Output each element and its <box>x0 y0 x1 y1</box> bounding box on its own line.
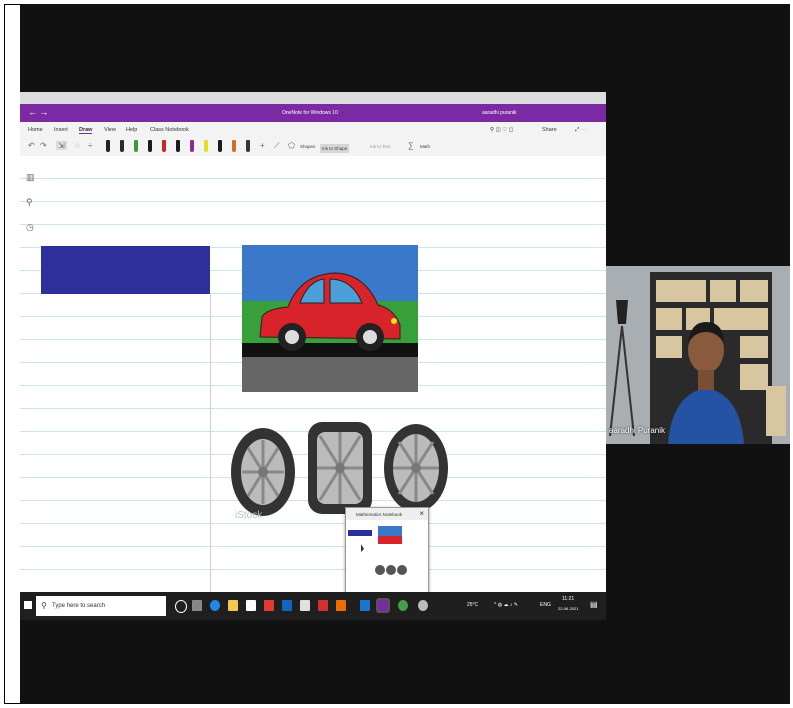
select-icon[interactable]: ⇲ <box>56 141 67 150</box>
app-red2-icon[interactable] <box>318 600 328 611</box>
tab-home[interactable]: Home <box>28 127 43 133</box>
notification-icon[interactable]: ▤ <box>590 600 598 609</box>
popup-thumbnail <box>348 526 407 575</box>
shapes-icon[interactable]: ⬠ <box>288 141 295 150</box>
weather-label[interactable]: 25°C <box>467 602 478 608</box>
draw-toolbar: ↶ ↷ ⇲ ◌ ÷ + ⟋ ⬠ Shapes Ink to Shape Ink … <box>20 136 606 157</box>
taskbar-preview-popup[interactable]: Mathematics Notebook × <box>345 507 429 594</box>
ink-to-text-button[interactable]: Ink to Text <box>370 144 390 149</box>
recent-icon[interactable]: ◷ <box>26 222 35 233</box>
clock-date[interactable]: 22-06-2021 <box>558 606 578 611</box>
app-red-icon[interactable] <box>264 600 274 611</box>
task-view-icon[interactable] <box>175 600 187 613</box>
tab-help[interactable]: Help <box>126 127 137 133</box>
webcam-scene <box>606 266 790 444</box>
eraser-icon[interactable]: ÷ <box>88 141 92 150</box>
wheel-round-right <box>384 424 448 512</box>
ruler-icon[interactable]: ⟋ <box>274 141 280 151</box>
tab-class-notebook[interactable]: Class Notebook <box>150 127 189 133</box>
wheels-image[interactable] <box>228 412 458 522</box>
widgets-icon[interactable] <box>192 600 202 611</box>
ribbon-actions-icon[interactable]: ⚲ ◫ ♡ ◻ <box>490 127 513 133</box>
pen-tool[interactable] <box>120 140 124 152</box>
popup-header: Mathematics Notebook × <box>346 508 428 520</box>
pen-tool[interactable] <box>190 140 194 152</box>
pen-tool[interactable] <box>134 140 138 152</box>
redo-icon[interactable]: ↷ <box>40 141 47 150</box>
car-drawing-image[interactable] <box>242 245 418 392</box>
user-name[interactable]: aaradhi puranik <box>482 110 516 116</box>
edge-icon[interactable] <box>210 600 220 611</box>
share-button[interactable]: Share <box>542 127 557 133</box>
pen-tool[interactable] <box>106 140 110 152</box>
wheel-oval-left <box>231 428 295 516</box>
page-divider <box>210 294 211 592</box>
shared-screen: ← → OneNote for Windows 10 aaradhi puran… <box>20 92 606 620</box>
popup-title: Mathematics Notebook <box>356 512 403 517</box>
document-icon[interactable] <box>300 600 310 611</box>
math-icon[interactable]: ∑ <box>408 141 414 150</box>
window-title: OneNote for Windows 10 <box>282 110 338 116</box>
store-icon[interactable] <box>246 600 256 611</box>
chrome-icon[interactable] <box>398 600 408 611</box>
browser-tab-strip[interactable] <box>20 92 606 104</box>
windows-taskbar: ⚲ Type here to search 25°C ^ ◍ ☁ ♪ ✎ ENG… <box>20 592 606 620</box>
participant-video[interactable] <box>606 266 790 444</box>
ink-to-shape-button[interactable]: Ink to Shape <box>320 144 350 153</box>
tray-icons[interactable]: ^ ◍ ☁ ♪ ✎ <box>494 602 518 608</box>
participant-name: aaradhi Puranik <box>609 426 666 435</box>
windows-start-icon[interactable] <box>24 601 32 609</box>
search-icon[interactable]: ⚲ <box>26 197 35 208</box>
pen-tool[interactable] <box>148 140 152 152</box>
math-button[interactable]: Math <box>420 144 430 149</box>
tab-view[interactable]: View <box>104 127 116 133</box>
add-pen-icon[interactable]: + <box>260 141 265 150</box>
watermark: iStock <box>235 510 263 521</box>
title-bar: ← → OneNote for Windows 10 aaradhi puran… <box>20 104 606 122</box>
tab-draw[interactable]: Draw <box>79 127 93 134</box>
taskbar-search-box[interactable]: ⚲ Type here to search <box>36 596 166 616</box>
pen-tool[interactable] <box>218 140 222 152</box>
pen-tool[interactable] <box>246 140 250 152</box>
popup-close-icon[interactable]: × <box>419 509 424 518</box>
app-orange-icon[interactable] <box>336 600 346 611</box>
mail-icon[interactable] <box>282 600 292 611</box>
onenote-icon[interactable] <box>376 598 390 613</box>
pen-tool[interactable] <box>232 140 236 152</box>
clock-time[interactable]: 11:21 <box>562 596 574 602</box>
pen-tool[interactable] <box>204 140 208 152</box>
search-icon: ⚲ <box>41 601 47 610</box>
side-nav: ▥ ⚲ ◷ <box>26 172 35 233</box>
language-indicator[interactable]: ENG <box>540 602 551 608</box>
back-arrow-icon[interactable]: ← → <box>28 107 49 117</box>
file-explorer-icon[interactable] <box>228 600 238 611</box>
wheel-square-center <box>308 422 372 514</box>
notebooks-icon[interactable]: ▥ <box>26 172 35 183</box>
pen-app-icon[interactable] <box>360 600 370 611</box>
tab-insert[interactable]: Insert <box>54 127 68 133</box>
settings-icon[interactable] <box>418 600 428 611</box>
pen-tool[interactable] <box>162 140 166 152</box>
expand-icon[interactable]: ⤢ ⋯ <box>575 127 586 134</box>
video-background-top <box>606 4 790 266</box>
lasso-icon[interactable]: ◌ <box>75 141 80 150</box>
shapes-button[interactable]: Shapes <box>300 144 315 149</box>
video-background-bottom <box>606 444 790 704</box>
undo-icon[interactable]: ↶ <box>28 141 35 150</box>
pen-tool[interactable] <box>176 140 180 152</box>
search-placeholder: Type here to search <box>52 603 106 609</box>
ribbon-tabs: Home Insert Draw View Help Class Noteboo… <box>20 122 606 136</box>
blue-rectangle[interactable] <box>41 246 210 294</box>
